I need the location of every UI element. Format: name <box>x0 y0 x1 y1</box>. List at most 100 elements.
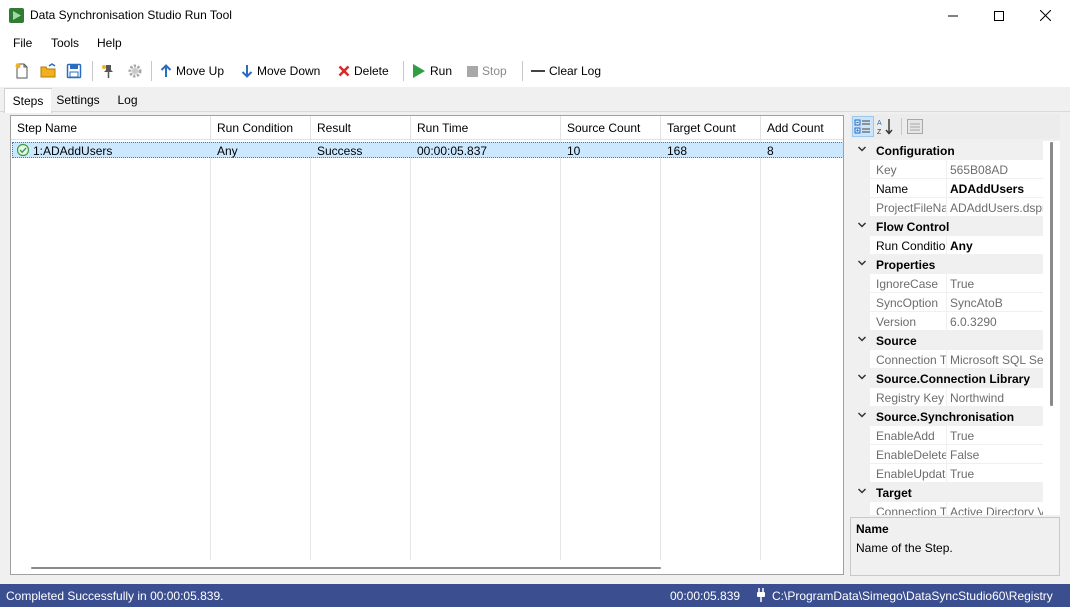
property-row[interactable]: Name ADAddUsers <box>850 179 1043 198</box>
cell-add-count: 8 <box>767 144 774 158</box>
property-category[interactable]: Source.Synchronisation <box>850 407 1043 426</box>
column-divider <box>310 140 311 560</box>
column-header-target-count[interactable]: Target Count <box>661 116 761 140</box>
property-category[interactable]: Source <box>850 331 1043 350</box>
maximize-icon <box>994 10 1004 21</box>
property-divider <box>946 274 947 293</box>
delete-button[interactable]: Delete <box>338 61 389 81</box>
property-divider <box>946 160 947 179</box>
pin-icon[interactable] <box>100 63 116 79</box>
column-header-run-time[interactable]: Run Time <box>411 116 561 140</box>
horizontal-scrollbar-thumb[interactable] <box>31 567 661 569</box>
property-value[interactable]: SyncAtoB <box>950 296 1043 310</box>
toolbar-separator <box>522 61 523 81</box>
menu-help[interactable]: Help <box>97 36 122 50</box>
close-button[interactable] <box>1022 0 1068 31</box>
chevron-down-icon[interactable] <box>857 144 867 154</box>
property-name: Name <box>876 182 909 196</box>
run-button[interactable]: Run <box>412 61 452 81</box>
property-row[interactable]: IgnoreCase True <box>850 274 1043 293</box>
cell-source-count: 10 <box>567 144 581 158</box>
move-up-button[interactable]: Move Up <box>160 61 224 81</box>
property-name: EnableUpdate <box>876 467 946 481</box>
property-value[interactable]: ADAddUsers.dspr <box>950 201 1043 215</box>
property-value[interactable]: True <box>950 429 1043 443</box>
property-row[interactable]: EnableUpdate True <box>850 464 1043 483</box>
tab-steps[interactable]: Steps <box>4 88 52 113</box>
column-header-result[interactable]: Result <box>311 116 411 140</box>
property-gutter <box>850 350 870 369</box>
menu-file[interactable]: File <box>13 36 32 50</box>
property-row[interactable]: Registry Key Northwind <box>850 388 1043 407</box>
chevron-down-icon[interactable] <box>857 258 867 268</box>
property-value[interactable]: Microsoft SQL Ser <box>950 353 1043 367</box>
chevron-down-icon[interactable] <box>857 410 867 420</box>
property-value[interactable]: 565B08AD <box>950 163 1043 177</box>
property-name: Key <box>876 163 897 177</box>
property-value[interactable]: False <box>950 448 1043 462</box>
chevron-down-icon[interactable] <box>857 486 867 496</box>
property-category-label: Configuration <box>876 144 955 158</box>
title-bar: Data Synchronisation Studio Run Tool <box>0 0 1070 31</box>
property-category[interactable]: Flow Control <box>850 217 1043 236</box>
delete-icon <box>338 65 350 77</box>
property-category[interactable]: Source.Connection Library <box>850 369 1043 388</box>
tab-log[interactable]: Log <box>105 89 150 111</box>
property-name: ProjectFileNa <box>876 201 946 215</box>
property-grid[interactable]: Configuration Key 565B08AD Name ADAddUsers Pr… <box>850 141 1060 515</box>
minimize-icon <box>948 15 958 16</box>
property-name: EnableDelete <box>876 448 946 462</box>
column-header-source-count[interactable]: Source Count <box>561 116 661 140</box>
column-header-step-name[interactable]: Step Name <box>11 116 211 140</box>
maximize-button[interactable] <box>976 0 1022 31</box>
chevron-down-icon[interactable] <box>857 372 867 382</box>
move-down-button[interactable]: Move Down <box>241 61 320 81</box>
property-gutter <box>850 198 870 217</box>
stop-label: Stop <box>482 64 507 78</box>
property-value[interactable]: Active Directory V <box>950 505 1043 515</box>
chevron-down-icon[interactable] <box>857 334 867 344</box>
menu-tools[interactable]: Tools <box>51 36 79 50</box>
sort-alphabetical-icon[interactable]: A Z <box>877 118 895 135</box>
property-row[interactable]: Connection T Active Directory V <box>850 502 1043 515</box>
property-divider <box>946 179 947 198</box>
property-value[interactable]: True <box>950 277 1043 291</box>
property-category[interactable]: Properties <box>850 255 1043 274</box>
property-category-label: Target <box>876 486 912 500</box>
property-row[interactable]: Run Conditio Any <box>850 236 1043 255</box>
property-value[interactable]: Northwind <box>950 391 1043 405</box>
save-icon[interactable] <box>66 63 82 79</box>
property-value[interactable]: 6.0.3290 <box>950 315 1043 329</box>
property-row[interactable]: ProjectFileNa ADAddUsers.dspr <box>850 198 1043 217</box>
gear-icon <box>128 64 142 78</box>
move-up-label: Move Up <box>176 64 225 78</box>
property-row[interactable]: Connection T Microsoft SQL Ser <box>850 350 1043 369</box>
property-category[interactable]: Configuration <box>850 141 1043 160</box>
property-grid-scrollbar[interactable] <box>1050 142 1053 406</box>
stop-button[interactable]: Stop <box>467 61 507 81</box>
property-divider <box>946 198 947 217</box>
categorized-button[interactable] <box>852 116 874 137</box>
horizontal-scrollbar[interactable] <box>11 561 843 574</box>
property-row[interactable]: EnableAdd True <box>850 426 1043 445</box>
arrow-up-icon <box>160 64 172 77</box>
property-value[interactable]: True <box>950 467 1043 481</box>
new-file-icon[interactable] <box>14 63 30 79</box>
property-row[interactable]: Version 6.0.3290 <box>850 312 1043 331</box>
column-header-add-count[interactable]: Add Count <box>761 116 843 140</box>
column-header-run-condition[interactable]: Run Condition <box>211 116 311 140</box>
property-category-label: Flow Control <box>876 220 950 234</box>
property-row[interactable]: EnableDelete False <box>850 445 1043 464</box>
property-value[interactable]: Any <box>950 239 1043 253</box>
property-row[interactable]: SyncOption SyncAtoB <box>850 293 1043 312</box>
clear-log-button[interactable]: Clear Log <box>531 61 601 81</box>
tab-settings[interactable]: Settings <box>51 89 105 111</box>
property-row[interactable]: Key 565B08AD <box>850 160 1043 179</box>
steps-grid[interactable]: Step Name Run Condition Result Run Time … <box>10 115 844 575</box>
open-folder-icon[interactable] <box>40 63 56 79</box>
property-gutter <box>850 445 870 464</box>
minimize-button[interactable] <box>930 0 976 31</box>
chevron-down-icon[interactable] <box>857 220 867 230</box>
property-category[interactable]: Target <box>850 483 1043 502</box>
property-value[interactable]: ADAddUsers <box>950 182 1043 196</box>
